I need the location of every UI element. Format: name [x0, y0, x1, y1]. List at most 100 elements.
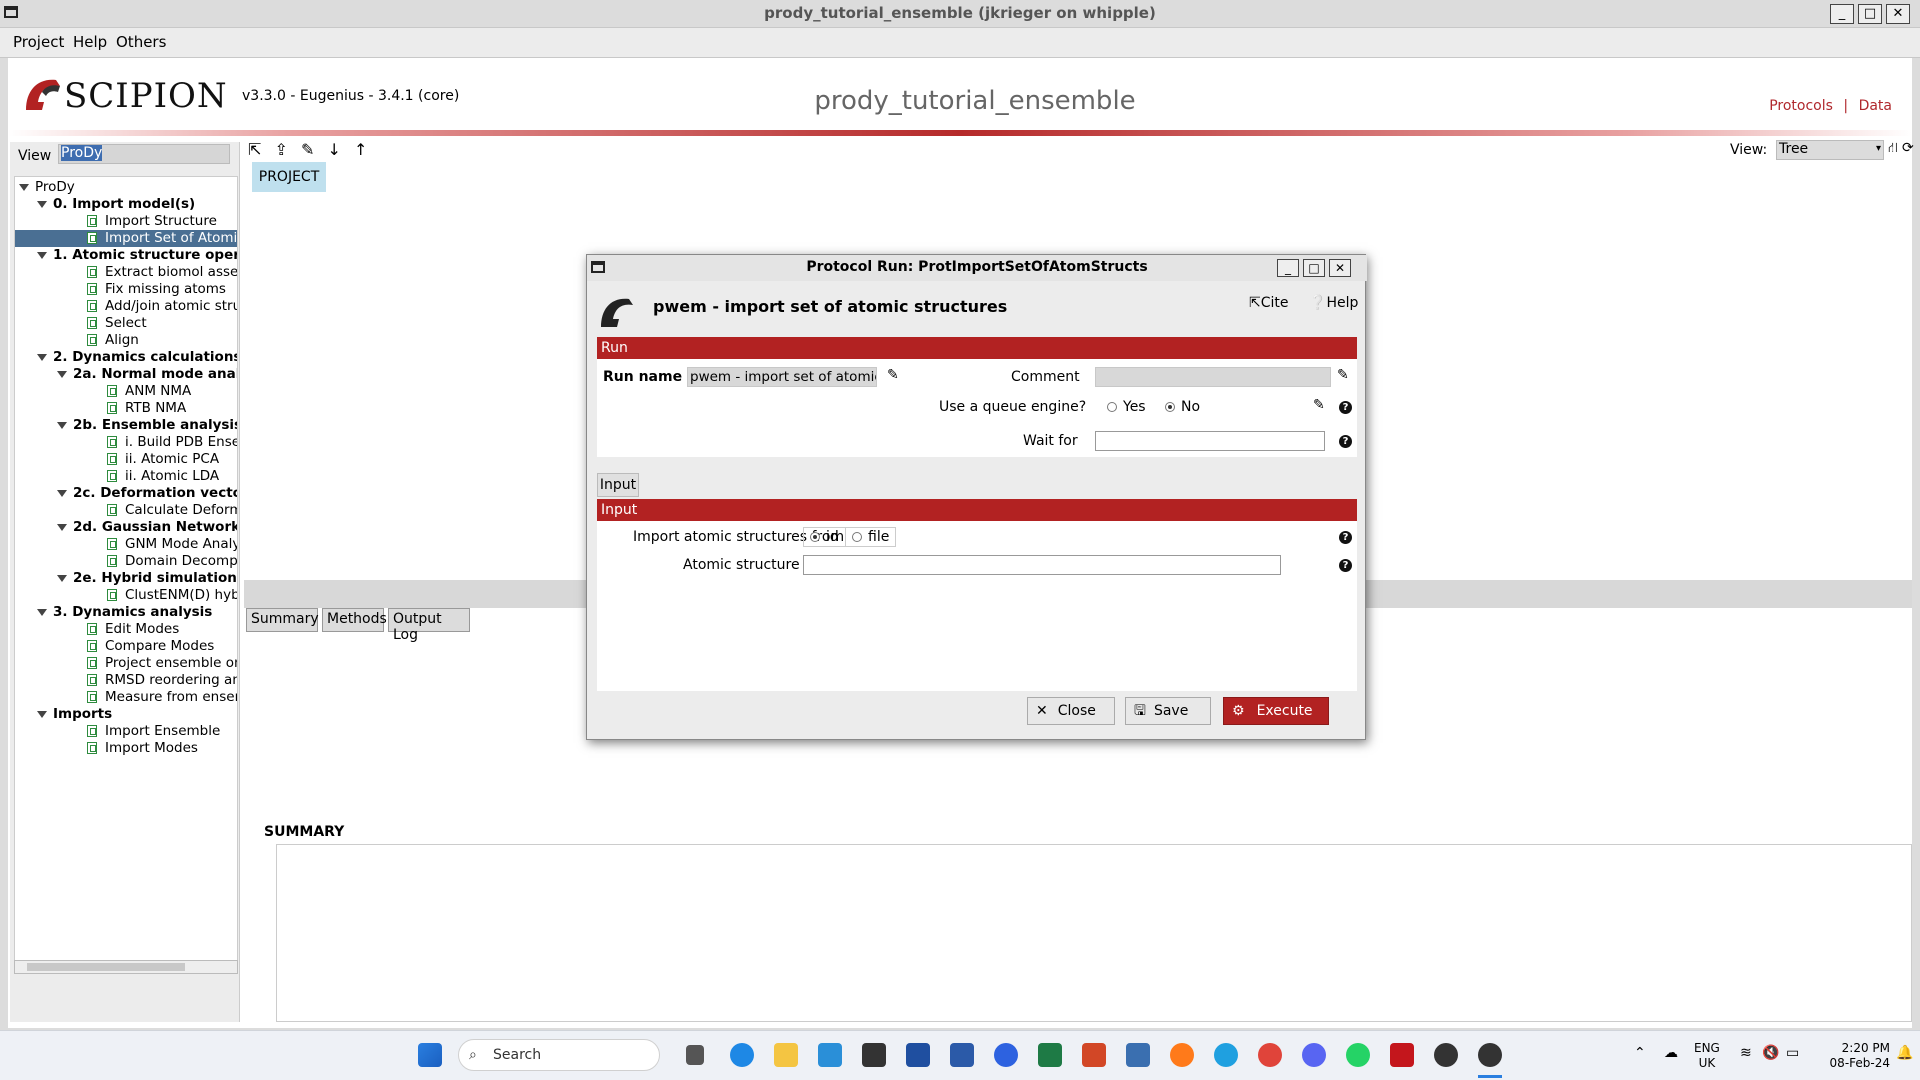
queue-no-radio[interactable] — [1165, 402, 1175, 412]
cite-button[interactable]: ⇱Cite — [1249, 295, 1289, 311]
tree-item[interactable]: i. Build PDB Ensen — [15, 434, 237, 451]
tree-item[interactable]: Align — [15, 332, 237, 349]
network-tray-icon[interactable]: ☁ — [1664, 1045, 1678, 1061]
expand-triangle-icon[interactable] — [19, 183, 29, 191]
import-from-file-radio[interactable] — [852, 532, 862, 542]
maximize-button[interactable]: □ — [1858, 4, 1882, 24]
skype-icon[interactable] — [1214, 1043, 1238, 1067]
close-window-button[interactable]: ✕ — [1886, 4, 1910, 24]
battery-icon[interactable]: ▭ — [1786, 1045, 1799, 1061]
refresh-icon[interactable]: ⟳ — [1902, 140, 1914, 156]
tree-group[interactable]: 1. Atomic structure oper — [15, 247, 237, 264]
scipion-taskbar-icon-active[interactable] — [1478, 1043, 1502, 1067]
powerpoint-icon[interactable] — [1082, 1043, 1106, 1067]
tree-item[interactable]: ii. Atomic LDA — [15, 468, 237, 485]
tree-item[interactable]: ii. Atomic PCA — [15, 451, 237, 468]
notifications-icon[interactable]: 🔔 — [1896, 1045, 1913, 1061]
open-external-icon[interactable]: ⇱ — [248, 140, 261, 159]
security-icon[interactable] — [1126, 1043, 1150, 1067]
edit-queue-icon[interactable]: ✎ — [1313, 397, 1325, 413]
speaker-muted-icon[interactable]: 🔇 — [1762, 1045, 1779, 1061]
save-button[interactable]: 🖫 Save — [1125, 697, 1211, 725]
language-indicator[interactable]: ENG UK — [1694, 1041, 1720, 1071]
expand-triangle-icon[interactable] — [57, 370, 67, 378]
tree-group[interactable]: 3. Dynamics analysis — [15, 604, 237, 621]
taskbar-clock[interactable]: 2:20 PM 08-Feb-24 — [1820, 1041, 1890, 1071]
vscode-icon[interactable] — [818, 1043, 842, 1067]
queue-yes-option[interactable]: Yes — [1107, 399, 1146, 415]
graph-view-select[interactable]: Tree ▾ — [1776, 140, 1884, 160]
tree-group[interactable]: 2a. Normal mode anal — [15, 366, 237, 383]
nav-data-link[interactable]: Data — [1859, 98, 1892, 114]
scrollbar-thumb[interactable] — [27, 963, 185, 971]
word-icon[interactable] — [950, 1043, 974, 1067]
help-button[interactable]: ❔Help — [1309, 295, 1358, 311]
dialog-minimize-button[interactable]: _ — [1277, 259, 1299, 277]
chevron-up-icon[interactable]: ⌃ — [1634, 1045, 1646, 1061]
edit-comment-icon[interactable]: ✎ — [1337, 367, 1349, 383]
import-from-file-option[interactable]: file — [845, 527, 897, 547]
tree-group[interactable]: 2d. Gaussian Network — [15, 519, 237, 536]
edge-icon[interactable] — [730, 1043, 754, 1067]
tree-item[interactable]: ClustENM(D) hybr — [15, 587, 237, 604]
edit-run-name-icon[interactable]: ✎ — [887, 367, 899, 383]
expand-triangle-icon[interactable] — [37, 251, 47, 259]
tree-item[interactable]: Import Structure — [15, 213, 237, 230]
expand-triangle-icon[interactable] — [57, 421, 67, 429]
tree-item[interactable]: Select — [15, 315, 237, 332]
firefox-icon[interactable] — [1170, 1043, 1194, 1067]
task-view-icon[interactable] — [686, 1045, 704, 1065]
wait-for-help-icon[interactable]: ? — [1339, 435, 1352, 448]
terminal-icon[interactable] — [862, 1043, 886, 1067]
tree-item[interactable]: Domain Decompo — [15, 553, 237, 570]
minimize-button[interactable]: _ — [1830, 4, 1854, 24]
arrow-down-icon[interactable]: ↓ — [328, 140, 341, 159]
arrow-up-icon[interactable]: ↑ — [354, 140, 367, 159]
acrobat-icon[interactable] — [1390, 1043, 1414, 1067]
tree-group[interactable]: 2c. Deformation vecto — [15, 485, 237, 502]
dialog-maximize-button[interactable]: □ — [1303, 259, 1325, 277]
comment-field[interactable] — [1095, 367, 1331, 387]
import-from-help-icon[interactable]: ? — [1339, 531, 1352, 544]
tree-item[interactable]: Edit Modes — [15, 621, 237, 638]
menu-others[interactable]: Others — [116, 33, 166, 51]
tree-item[interactable]: ANM NMA — [15, 383, 237, 400]
execute-button[interactable]: ⚙ Execute — [1223, 697, 1329, 725]
tree-item[interactable]: Fix missing atoms — [15, 281, 237, 298]
tree-item[interactable]: Import Set of Atomic — [15, 230, 237, 247]
excel-icon[interactable] — [1038, 1043, 1062, 1067]
dialog-close-window-button[interactable]: ✕ — [1329, 259, 1351, 277]
expand-triangle-icon[interactable] — [57, 489, 67, 497]
tree-item[interactable]: Import Ensemble — [15, 723, 237, 740]
wait-for-field[interactable] — [1095, 431, 1325, 451]
whatsapp-icon[interactable] — [1346, 1043, 1370, 1067]
tab-output-log[interactable]: Output Log — [388, 608, 470, 643]
tree-item[interactable]: Compare Modes — [15, 638, 237, 655]
expand-triangle-icon[interactable] — [37, 710, 47, 718]
close-button[interactable]: ✕ Close — [1027, 697, 1115, 725]
tree-group[interactable]: ProDy — [15, 179, 237, 196]
tree-item[interactable]: Project ensemble on — [15, 655, 237, 672]
start-icon[interactable] — [418, 1043, 442, 1067]
zoom-icon[interactable] — [994, 1043, 1018, 1067]
tree-item[interactable]: RMSD reordering an — [15, 672, 237, 689]
tag-icon[interactable]: ✎ — [301, 140, 314, 159]
tree-item[interactable]: Import Modes — [15, 740, 237, 757]
powershell-icon[interactable] — [906, 1043, 930, 1067]
tree-item[interactable]: Measure from enser — [15, 689, 237, 706]
tree-group[interactable]: 2. Dynamics calculations — [15, 349, 237, 366]
import-from-id-radio[interactable] — [810, 532, 820, 542]
expand-triangle-icon[interactable] — [37, 608, 47, 616]
export-icon[interactable]: ⇪ — [275, 140, 288, 159]
tab-methods[interactable]: Methods — [322, 608, 387, 632]
wifi-icon[interactable]: ≋ — [1740, 1045, 1752, 1061]
nav-protocols-link[interactable]: Protocols — [1769, 98, 1833, 114]
queue-yes-radio[interactable] — [1107, 402, 1117, 412]
menu-help[interactable]: Help — [73, 33, 107, 51]
expand-triangle-icon[interactable] — [37, 200, 47, 208]
run-name-field[interactable]: pwem - import set of atomic struct — [687, 367, 877, 387]
tree-item[interactable]: Extract biomol asser — [15, 264, 237, 281]
tree-item[interactable]: RTB NMA — [15, 400, 237, 417]
discord-icon[interactable] — [1302, 1043, 1326, 1067]
chrome-icon[interactable] — [1258, 1043, 1282, 1067]
